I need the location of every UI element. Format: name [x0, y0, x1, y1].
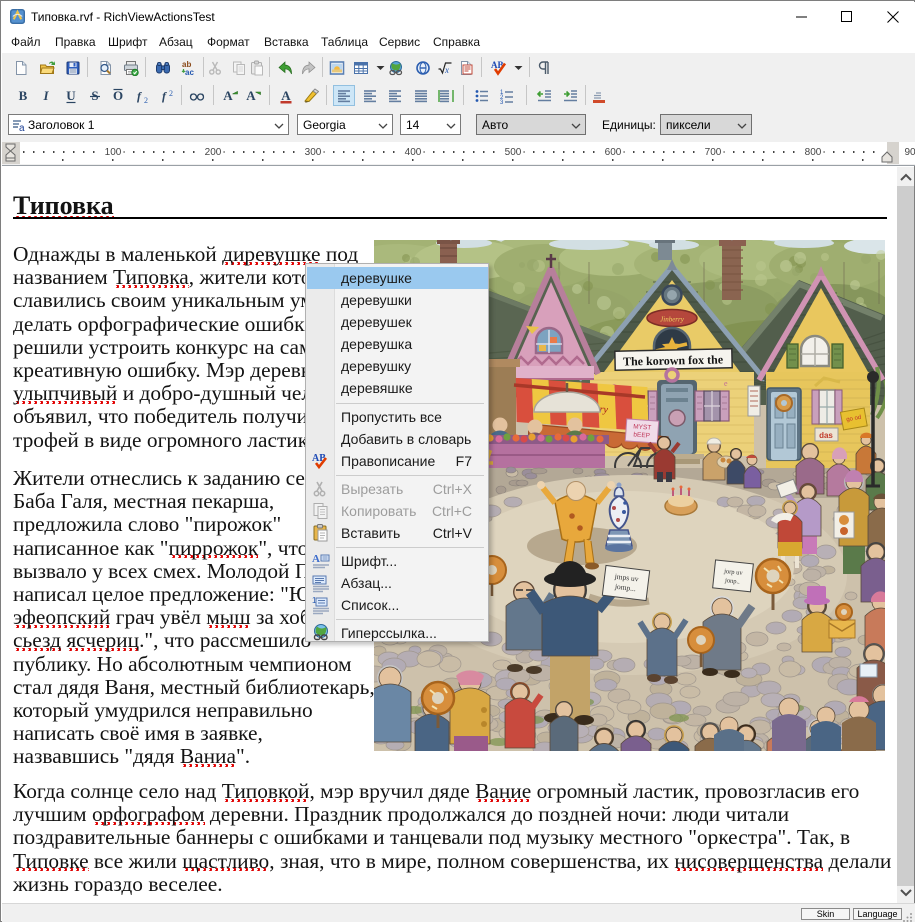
svg-text:The korown fox the: The korown fox the	[623, 352, 724, 368]
svg-text:das: das	[819, 431, 833, 440]
svg-text:f: f	[137, 89, 142, 103]
svg-text:a: a	[19, 123, 25, 133]
svg-text:A: A	[223, 88, 233, 103]
svg-text:U: U	[66, 88, 76, 103]
svg-text:2: 2	[169, 89, 173, 98]
svg-text:2: 2	[144, 96, 148, 104]
svg-text:x: x	[444, 65, 449, 75]
svg-text:Jinberry: Jinberry	[660, 315, 685, 323]
svg-text:S: S	[91, 88, 98, 103]
svg-text:B: B	[19, 88, 28, 103]
svg-text:O: O	[113, 88, 123, 103]
svg-text:f: f	[162, 89, 167, 103]
svg-text:A: A	[246, 88, 256, 103]
svg-text:I: I	[42, 88, 49, 103]
svg-text:bEEP: bEEP	[633, 431, 650, 439]
svg-text:MYST: MYST	[633, 423, 652, 431]
svg-text:e: e	[724, 379, 728, 388]
svg-text:ac: ac	[185, 68, 194, 76]
svg-text:3: 3	[500, 100, 504, 104]
svg-text:A: A	[281, 88, 291, 103]
svg-text:A: A	[312, 553, 320, 565]
